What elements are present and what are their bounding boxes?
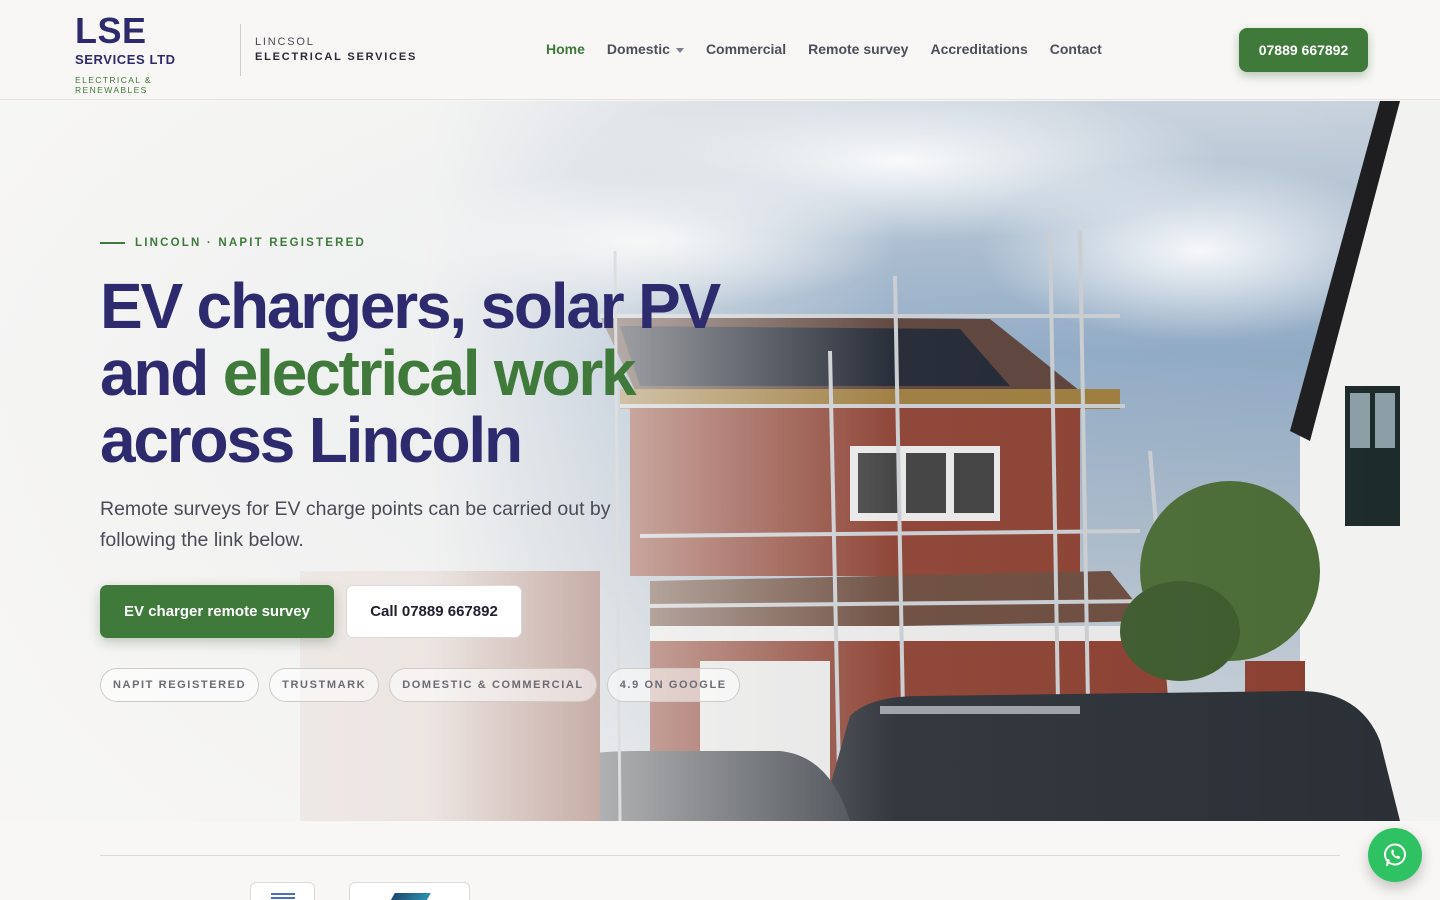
nav-accreditations[interactable]: Accreditations <box>930 41 1027 57</box>
logo-divider <box>240 24 241 76</box>
chevron-down-icon <box>675 47 684 53</box>
hero-lede: Remote surveys for EV charge points can … <box>100 498 611 551</box>
hero-headline: EV chargers, solar PV and electrical wor… <box>100 273 721 476</box>
ev-remote-survey-button[interactable]: EV charger remote survey <box>100 585 334 638</box>
badge-trustmark: TRUSTMARK <box>269 668 380 702</box>
accreditation-mark-2 <box>389 893 431 900</box>
secondary-brand-line2: ELECTRICAL SERVICES <box>255 51 418 63</box>
nav-accreditations-label: Accreditations <box>930 41 1028 57</box>
headline-part2: across Lincoln <box>100 404 523 476</box>
logo-tagline: ELECTRICAL & RENEWABLES <box>75 75 152 95</box>
whatsapp-icon <box>1384 843 1406 867</box>
nav-home[interactable]: Home <box>546 41 585 57</box>
site-header: LSE SERVICES LTD ELECTRICAL & RENEWABLES… <box>0 0 1440 100</box>
trust-badges: NAPIT REGISTERED TRUSTMARK DOMESTIC & CO… <box>100 668 740 702</box>
logo-subtitle: SERVICES LTD <box>75 52 176 67</box>
accreditation-logo-2 <box>349 882 470 900</box>
headline-green: electrical work <box>222 337 637 409</box>
lse-logo[interactable]: LSE SERVICES LTD ELECTRICAL & RENEWABLES <box>75 10 225 96</box>
logo-wordmark: LSE <box>75 10 147 51</box>
badge-domestic-commercial: DOMESTIC & COMMERCIAL <box>389 668 597 702</box>
nav-domestic[interactable]: Domestic <box>607 41 684 57</box>
accreditation-mark-1 <box>271 893 295 895</box>
section-divider <box>100 855 1340 856</box>
hero-section: LINCOLN · NAPIT REGISTERED EV chargers, … <box>0 101 1440 821</box>
secondary-brand-line1: LINCSOL <box>255 36 315 48</box>
nav-remote-survey-label: Remote survey <box>808 41 909 57</box>
main-nav: Home Domestic Commercial Remote survey A… <box>546 41 1102 57</box>
nav-contact-label: Contact <box>1049 41 1102 57</box>
nav-domestic-label: Domestic <box>606 41 670 57</box>
secondary-brand: LINCSOL ELECTRICAL SERVICES <box>255 36 417 63</box>
whatsapp-chat-button[interactable] <box>1368 828 1422 882</box>
badge-google-rating: 4.9 ON GOOGLE <box>606 668 740 702</box>
badge-napit: NAPIT REGISTERED <box>100 668 260 702</box>
nav-commercial[interactable]: Commercial <box>706 41 786 57</box>
nav-contact[interactable]: Contact <box>1050 41 1102 57</box>
nav-home-label: Home <box>546 41 585 57</box>
hero-eyebrow: LINCOLN · NAPIT REGISTERED <box>100 237 366 249</box>
header-call-button[interactable]: 07889 667892 <box>1239 28 1368 72</box>
nav-remote-survey[interactable]: Remote survey <box>808 41 908 57</box>
nav-commercial-label: Commercial <box>705 41 787 57</box>
call-phone-button[interactable]: Call 07889 667892 <box>346 585 522 638</box>
eyebrow-rule <box>100 242 125 244</box>
accreditation-logo-1 <box>250 882 315 900</box>
eyebrow-text: LINCOLN · NAPIT REGISTERED <box>135 237 366 249</box>
